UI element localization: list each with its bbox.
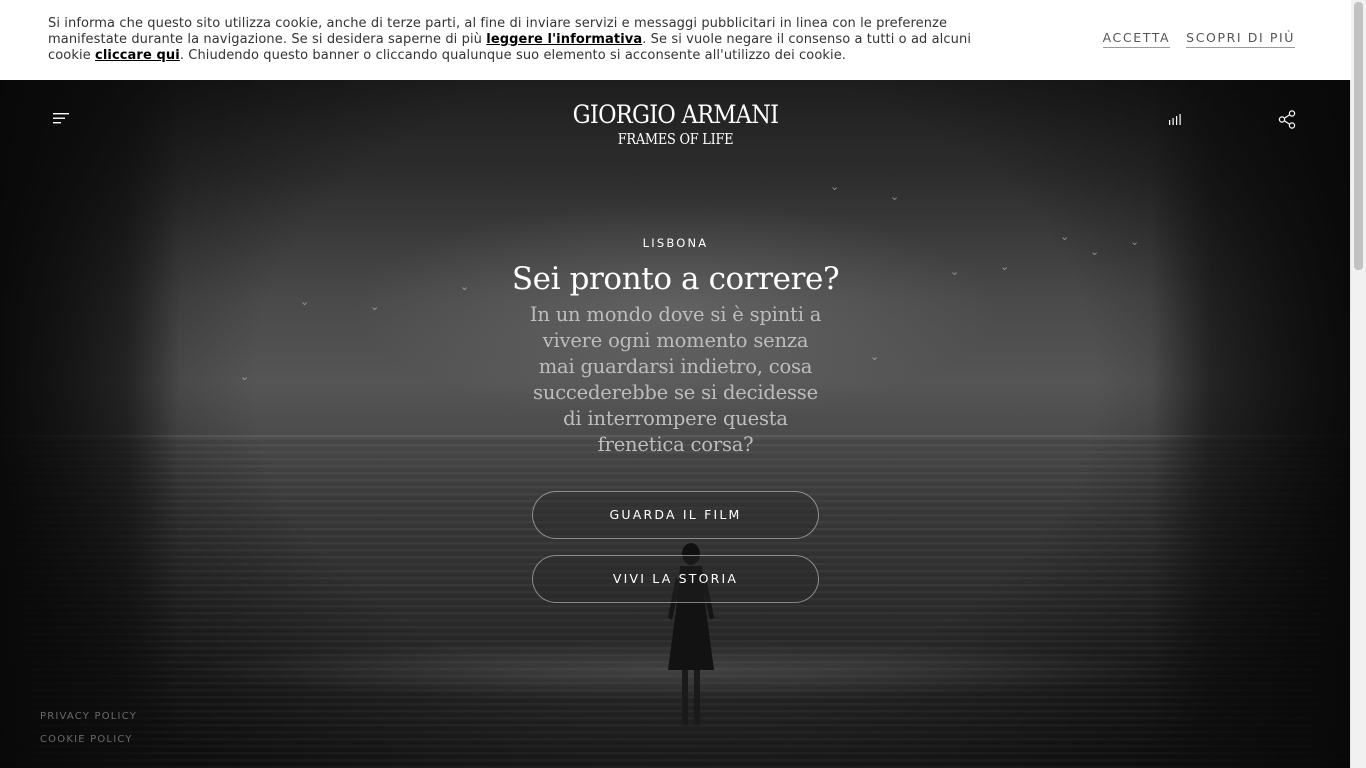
cookie-policy-link[interactable]: COOKIE POLICY <box>40 734 137 746</box>
cookie-message: Si informa che questo sito utilizza cook… <box>48 16 978 64</box>
bird: ⌄ <box>890 190 900 203</box>
brand-logo[interactable]: GIORGIO ARMANI FRAMES OF LIFE <box>0 100 1351 148</box>
cookie-actions: ACCETTA SCOPRI DI PIÙ <box>1102 30 1295 48</box>
cliccare-qui-link[interactable]: cliccare qui <box>95 48 180 63</box>
vertical-scrollbar[interactable] <box>1350 0 1366 768</box>
scrollbar-thumb[interactable] <box>1354 2 1363 270</box>
hero-headline: Sei pronto a correre? <box>511 261 840 297</box>
live-story-button[interactable]: VIVI LA STORIA <box>532 555 819 603</box>
cookie-banner: Si informa che questo sito utilizza cook… <box>0 0 1351 80</box>
location-label: LISBONA <box>642 236 709 250</box>
hero-content: LISBONA Sei pronto a correre? In un mond… <box>0 236 1351 458</box>
informativa-link[interactable]: leggere l'informativa <box>486 32 642 47</box>
logo-brand-name: GIORGIO ARMANI <box>572 100 779 129</box>
share-icon[interactable] <box>1278 110 1296 129</box>
accept-cookies-button[interactable]: ACCETTA <box>1102 30 1171 48</box>
logo-tagline: FRAMES OF LIFE <box>617 130 734 148</box>
watch-film-button[interactable]: GUARDA IL FILM <box>532 491 819 539</box>
learn-more-button[interactable]: SCOPRI DI PIÙ <box>1186 30 1295 48</box>
page: ⌄ ⌄ ⌄ ⌄ ⌄ ⌄ ⌄ ⌄ ⌄ ⌄ ⌄ ⌄ Si informa che q… <box>0 0 1366 768</box>
hero-subtitle: In un mondo dove si è spinti a vivere og… <box>529 303 822 456</box>
privacy-policy-link[interactable]: PRIVACY POLICY <box>40 711 137 723</box>
footer-links: PRIVACY POLICY COOKIE POLICY <box>40 711 137 757</box>
audio-bars-icon[interactable] <box>1168 112 1184 126</box>
cookie-text-part3: . Chiudendo questo banner o cliccando qu… <box>179 48 847 63</box>
bird: ⌄ <box>830 180 840 193</box>
